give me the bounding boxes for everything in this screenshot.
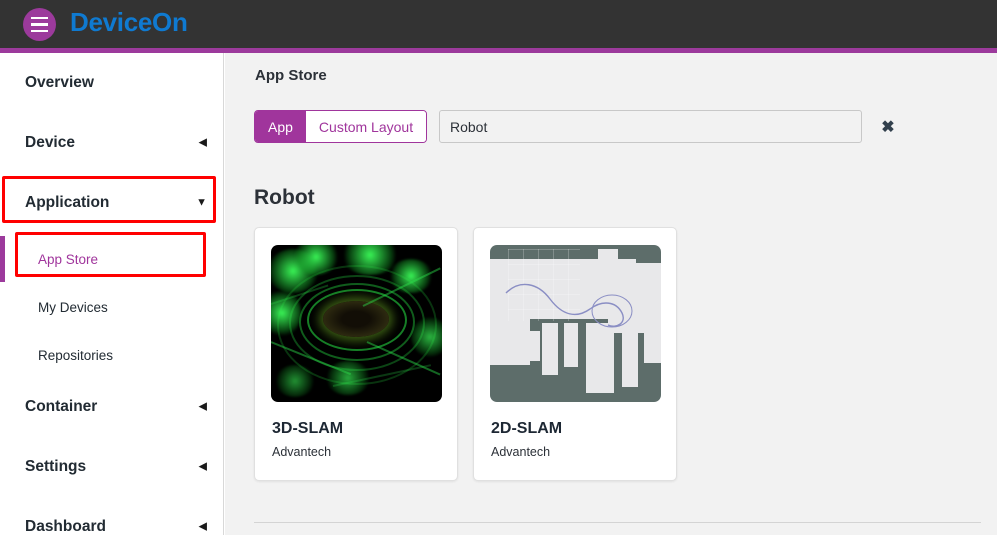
app-vendor: Advantech: [272, 445, 332, 459]
sidebar-item-label: Settings: [25, 458, 87, 475]
sidebar-item-label: Overview: [25, 74, 94, 91]
lidar-point-cloud-thumbnail: [271, 245, 442, 402]
app-logo-deviceon[interactable]: DeviceOn: [70, 7, 188, 38]
sidebar-item-label: Device: [25, 134, 75, 151]
hamburger-menu-icon[interactable]: [23, 8, 56, 41]
sidebar-item-label: My Devices: [38, 299, 108, 315]
hamburger-bar: [31, 16, 48, 20]
chevron-left-icon: ◀: [198, 520, 207, 533]
sidebar-item-label: Repositories: [38, 347, 114, 363]
occupancy-grid-map-thumbnail: [490, 245, 661, 402]
sidebar-item-my-devices[interactable]: My Devices: [0, 283, 223, 331]
app-card[interactable]: 2D-SLAM Advantech: [473, 227, 677, 481]
app-name: 3D-SLAM: [272, 420, 344, 437]
sidebar-item-label: Dashboard: [25, 518, 106, 535]
tab-custom-layout[interactable]: Custom Layout: [305, 111, 427, 142]
clear-search-icon[interactable]: ✖: [873, 110, 903, 143]
tab-app[interactable]: App: [255, 111, 306, 142]
page-title: App Store: [255, 67, 327, 84]
chevron-left-icon: ◀: [198, 136, 207, 149]
main-content: App Store App Custom Layout ✖ Robot: [225, 53, 997, 535]
sidebar-item-repositories[interactable]: Repositories: [0, 331, 223, 379]
sidebar-item-label: Application: [25, 194, 110, 211]
hamburger-bar: [31, 29, 48, 33]
sidebar-item-overview[interactable]: Overview: [0, 59, 223, 107]
app-name: 2D-SLAM: [491, 420, 563, 437]
sidebar-item-label: App Store: [38, 251, 99, 267]
content-divider: [254, 522, 981, 523]
search-input[interactable]: [439, 110, 862, 143]
hamburger-bar: [31, 23, 48, 26]
app-card[interactable]: 3D-SLAM Advantech: [254, 227, 458, 481]
chevron-left-icon: ◀: [198, 400, 207, 413]
chevron-left-icon: ◀: [198, 460, 207, 473]
robot-path-overlay: [505, 283, 633, 328]
app-card-grid: 3D-SLAM Advantech 2D-SLAM Advantech: [254, 227, 677, 481]
sidebar-item-application[interactable]: Application ▼: [0, 179, 223, 227]
sidebar-item-container[interactable]: Container ◀: [0, 383, 223, 431]
sidebar-item-label: Container: [25, 398, 98, 415]
app-vendor: Advantech: [491, 445, 551, 459]
view-mode-tabs: App Custom Layout: [254, 110, 428, 143]
sidebar-item-device[interactable]: Device ◀: [0, 119, 223, 167]
sidebar-item-app-store[interactable]: App Store: [0, 235, 223, 283]
chevron-down-icon: ▼: [196, 196, 207, 209]
sidebar-navigation: Overview Device ◀ Application ▼ App Stor…: [0, 53, 224, 535]
section-title: Robot: [254, 186, 315, 209]
sidebar-item-dashboard[interactable]: Dashboard ◀: [0, 503, 223, 551]
sidebar-item-settings[interactable]: Settings ◀: [0, 443, 223, 491]
